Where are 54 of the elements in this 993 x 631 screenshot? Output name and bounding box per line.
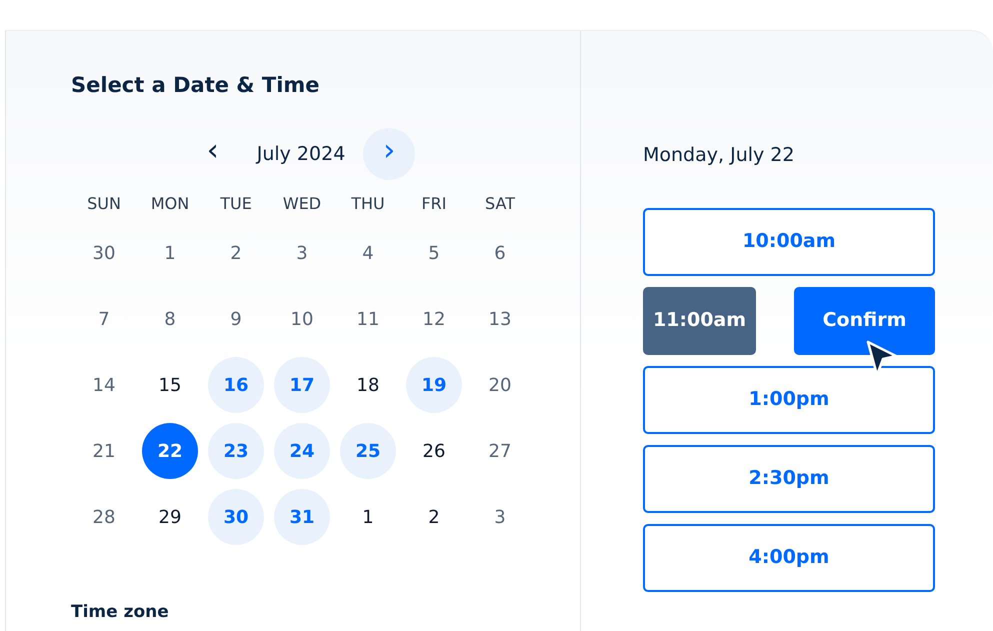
date-number: 27 [488,440,512,464]
date-number: 6 [493,242,507,266]
next-month-button[interactable]: › [363,128,416,180]
time-slot-button[interactable]: 10:00am [643,208,935,276]
date-button[interactable]: 30 [208,489,264,546]
date-number: 10 [290,308,314,332]
date-button[interactable]: 19 [406,357,462,414]
date-number: 13 [488,308,512,332]
time-zone-label: Time zone [71,601,170,624]
date-button[interactable]: 25 [340,423,396,480]
weekday-label: THU [350,193,386,216]
date-number: 1 [361,506,375,530]
date-number: 26 [422,440,446,464]
date-number: 2 [229,242,243,266]
date-number: 9 [229,308,243,332]
date-number: 2 [427,506,441,530]
date-number: 7 [97,308,111,332]
confirm-button[interactable]: Confirm [794,286,935,354]
weekday-label: WED [282,193,322,216]
date-button[interactable]: 16 [208,357,264,414]
date-number: 20 [488,374,512,398]
date-number: 3 [295,242,309,266]
date-number: 5 [427,242,441,266]
date-button[interactable]: 24 [274,423,330,480]
selected-date: Monday, July 22 [643,143,796,168]
date-number: 1 [163,242,177,266]
date-number: 14 [92,374,116,398]
date-number: 15 [158,374,182,398]
date-button[interactable]: 17 [274,357,330,414]
date-number: 12 [422,308,446,332]
date-button[interactable]: 23 [208,423,264,480]
date-button[interactable]: 31 [274,489,330,546]
date-number: 18 [356,374,380,398]
date-number: 11 [356,308,380,332]
previous-month-button[interactable]: ‹ [186,128,239,180]
weekday-label: SUN [86,193,122,216]
month-label: July 2024 [256,142,346,167]
time-slot-button[interactable]: 1:00pm [643,366,935,434]
date-number: 4 [361,242,375,266]
date-number: 8 [163,308,177,332]
date-number: 28 [92,506,116,530]
page-title: Select a Date & Time [71,73,321,98]
date-number: 29 [158,506,182,530]
date-button[interactable]: 22 [142,423,198,480]
time-slot-button[interactable]: 11:00am [643,286,756,354]
date-number: 3 [493,506,507,530]
weekday-label: TUE [219,193,253,216]
date-number: 21 [92,440,116,464]
weekday-label: FRI [420,193,448,216]
time-slot-button[interactable]: 2:30pm [643,444,935,512]
weekday-label: SAT [484,193,516,216]
weekday-label: MON [150,193,190,216]
time-slot-button[interactable]: 4:00pm [643,524,935,592]
date-number: 30 [92,242,116,266]
